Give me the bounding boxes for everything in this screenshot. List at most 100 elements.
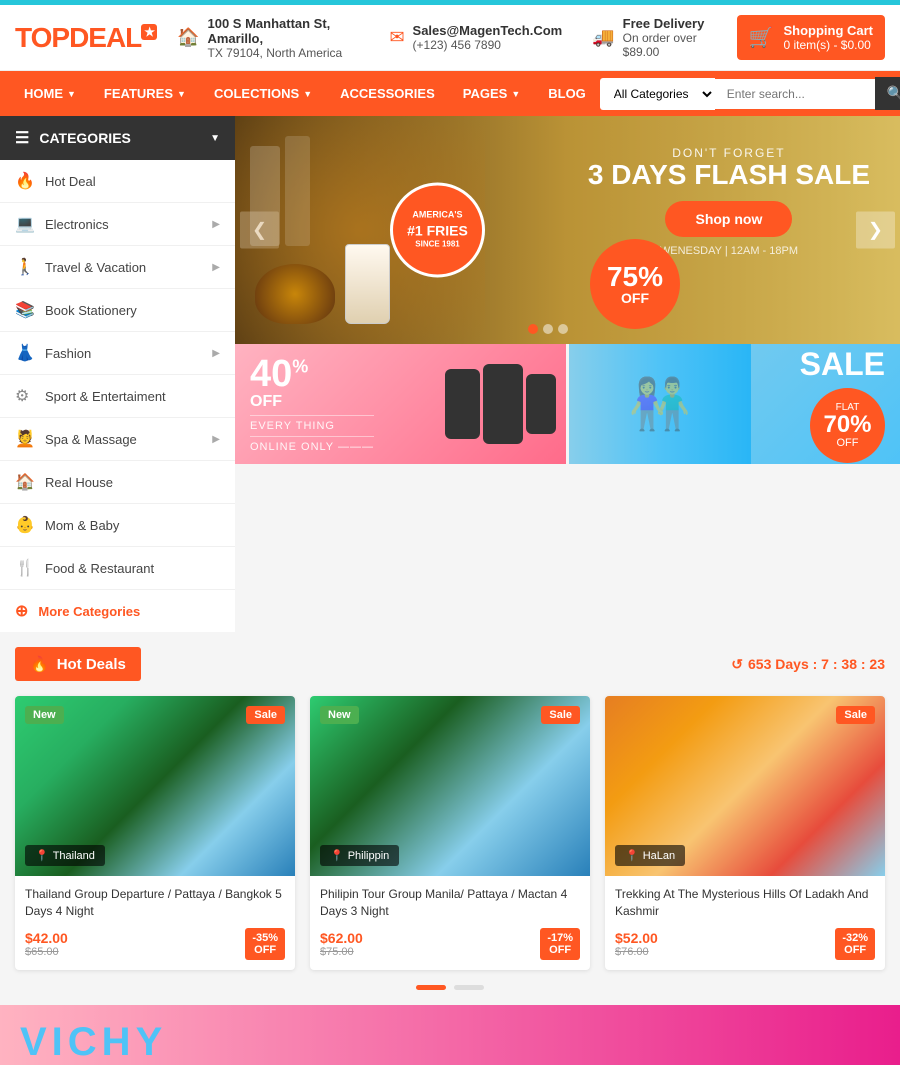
fashion-icon: 👗: [15, 343, 35, 363]
sidebar: ☰ CATEGORIES ▼ 🔥 Hot Deal 💻 Electronics …: [0, 116, 235, 632]
sidebar-item-realhouse[interactable]: 🏠 Real House: [0, 461, 235, 504]
pin-icon-thailand: 📍: [35, 849, 49, 862]
sidebar-item-food[interactable]: 🍴 Food & Restaurant: [0, 547, 235, 590]
sidebar-item-fashion[interactable]: 👗 Fashion ▶: [0, 332, 235, 375]
address-line1: 100 S Manhattan St, Amarillo,: [207, 16, 359, 46]
sale-pct: 70%: [823, 413, 871, 437]
price-row-holland: $52.00 $76.00 -32%OFF: [615, 928, 875, 960]
badge-sale-philippine: Sale: [541, 706, 580, 724]
carousel-dot-2[interactable]: [454, 985, 484, 990]
mombaby-icon: 👶: [15, 515, 35, 535]
sub-banner-2-inner: 👫 SALE FLAT 70% OFF: [584, 346, 885, 463]
sidebar-label-spa: Spa & Massage: [45, 432, 137, 447]
carousel-dots: [15, 985, 885, 990]
price-new-philippine: $62.00: [320, 930, 363, 946]
sidebar-item-sport[interactable]: ⚙ Sport & Entertaiment: [0, 375, 235, 418]
product-img-philippine: New Sale 📍 Philippin: [310, 696, 590, 876]
address-line2: TX 79104, North America: [207, 46, 342, 60]
timer-value: 653 Days : 7 : 38 : 23: [748, 656, 885, 672]
price-old-thailand: $65.00: [25, 946, 68, 958]
location-label-holland: HaLan: [643, 850, 675, 862]
sidebar-label-hotdeal: Hot Deal: [45, 174, 96, 189]
electronics-icon: 💻: [15, 214, 35, 234]
realhouse-icon: 🏠: [15, 472, 35, 492]
phone-3: [526, 374, 556, 434]
logo-top: TOP: [15, 22, 69, 53]
hotdeal-icon: 🔥: [15, 171, 35, 191]
sport-icon: ⚙: [15, 386, 35, 406]
email-line2: (+123) 456 7890: [413, 38, 501, 52]
sub-banner-2-sale: SALE: [800, 346, 885, 383]
product-img-holland: Sale 📍 HaLan: [605, 696, 885, 876]
product-card-thailand: New Sale 📍 Thailand Thailand Group Depar…: [15, 696, 295, 970]
badge-sale-thailand: Sale: [246, 706, 285, 724]
product-title-thailand: Thailand Group Departure / Pattaya / Ban…: [25, 886, 285, 920]
sidebar-item-spa[interactable]: 💆 Spa & Massage ▶: [0, 418, 235, 461]
timer-icon: ↺: [731, 656, 743, 673]
sidebar-header: ☰ CATEGORIES ▼: [0, 116, 235, 160]
phone-2: [483, 364, 523, 444]
sidebar-label-sport: Sport & Entertaiment: [45, 389, 166, 404]
shop-now-button[interactable]: Shop now: [665, 201, 792, 237]
product-card-philippine: New Sale 📍 Philippin Philipin Tour Group…: [310, 696, 590, 970]
phone-visual: [445, 344, 556, 464]
hero-discount-badge: 75% OFF: [590, 239, 680, 329]
sidebar-item-book[interactable]: 📚 Book Stationery: [0, 289, 235, 332]
sidebar-item-hotdeal[interactable]: 🔥 Hot Deal: [0, 160, 235, 203]
sidebar-label-travel: Travel & Vacation: [45, 260, 146, 275]
book-icon: 📚: [15, 300, 35, 320]
phone-1: [445, 369, 480, 439]
hero-dont-forget: DON'T FORGET: [588, 146, 870, 160]
chevron-right-icon: ▶: [212, 219, 220, 230]
product-card-holland: Sale 📍 HaLan Trekking At The Mysterious …: [605, 696, 885, 970]
site-logo[interactable]: TOPDEAL★: [15, 22, 157, 54]
address-info: 🏠 100 S Manhattan St, Amarillo, TX 79104…: [177, 16, 359, 60]
product-info-holland: Trekking At The Mysterious Hills Of Lada…: [605, 876, 885, 970]
travel-icon: 🚶: [15, 257, 35, 277]
nav-accessories[interactable]: ACCESSORIES: [326, 71, 449, 116]
sidebar-label-food: Food & Restaurant: [45, 561, 154, 576]
sub-banner-1-off: OFF: [250, 393, 374, 411]
hero-dot-1[interactable]: [528, 324, 538, 334]
nav-home[interactable]: HOME ▼: [10, 71, 90, 116]
sidebar-item-mombaby[interactable]: 👶 Mom & Baby: [0, 504, 235, 547]
main-content: ☰ CATEGORIES ▼ 🔥 Hot Deal 💻 Electronics …: [0, 116, 900, 632]
nav-blog[interactable]: BLOG: [534, 71, 600, 116]
hot-deals-section: 🔥 Hot Deals ↺ 653 Days : 7 : 38 : 23 New…: [0, 632, 900, 1005]
logo-sup: ★: [141, 24, 157, 40]
cart-button[interactable]: 🛒 Shopping Cart 0 item(s) - $0.00: [737, 15, 885, 60]
search-category-select[interactable]: All Categories: [600, 78, 715, 110]
sub-banner-1-line1: EVERY THING: [250, 415, 374, 432]
hero-pct: 75%: [607, 263, 663, 291]
sidebar-label-realhouse: Real House: [45, 475, 113, 490]
cart-label: Shopping Cart: [783, 23, 873, 38]
nav-pages[interactable]: PAGES ▼: [449, 71, 534, 116]
price-old-holland: $76.00: [615, 946, 658, 958]
address-icon: 🏠: [177, 27, 199, 48]
logo-deal: DEAL: [69, 22, 141, 53]
carousel-dot-1[interactable]: [416, 985, 446, 990]
search-button[interactable]: 🔍: [875, 77, 900, 110]
search-input[interactable]: [715, 79, 875, 109]
main-nav: HOME ▼ FEATURES ▼ COLECTIONS ▼ ACCESSORI…: [0, 71, 900, 116]
hero-dot-2[interactable]: [543, 324, 553, 334]
delivery-info: 🚚 Free Delivery On order over $89.00: [592, 16, 716, 60]
product-info-thailand: Thailand Group Departure / Pattaya / Ban…: [15, 876, 295, 970]
nav-collections[interactable]: COLECTIONS ▼: [200, 71, 326, 116]
nav-features-arrow: ▼: [177, 89, 186, 99]
sidebar-title: CATEGORIES: [39, 130, 131, 146]
sidebar-item-electronics[interactable]: 💻 Electronics ▶: [0, 203, 235, 246]
delivery-line2: On order over $89.00: [623, 31, 697, 59]
price-new-holland: $52.00: [615, 930, 658, 946]
spa-icon: 💆: [15, 429, 35, 449]
vichy-text: VICHY: [0, 1020, 187, 1065]
email-icon: ✉: [389, 27, 404, 48]
nav-features[interactable]: FEATURES ▼: [90, 71, 200, 116]
hero-banner: AMERICA'S #1 FRIES SINCE 1981 DON'T FORG…: [235, 116, 900, 344]
sidebar-label-mombaby: Mom & Baby: [45, 518, 119, 533]
product-title-philippine: Philipin Tour Group Manila/ Pattaya / Ma…: [320, 886, 580, 920]
pin-icon-holland: 📍: [625, 849, 639, 862]
hero-dot-3[interactable]: [558, 324, 568, 334]
sidebar-item-travel[interactable]: 🚶 Travel & Vacation ▶: [0, 246, 235, 289]
more-categories-button[interactable]: ⊕ More Categories: [0, 590, 235, 632]
